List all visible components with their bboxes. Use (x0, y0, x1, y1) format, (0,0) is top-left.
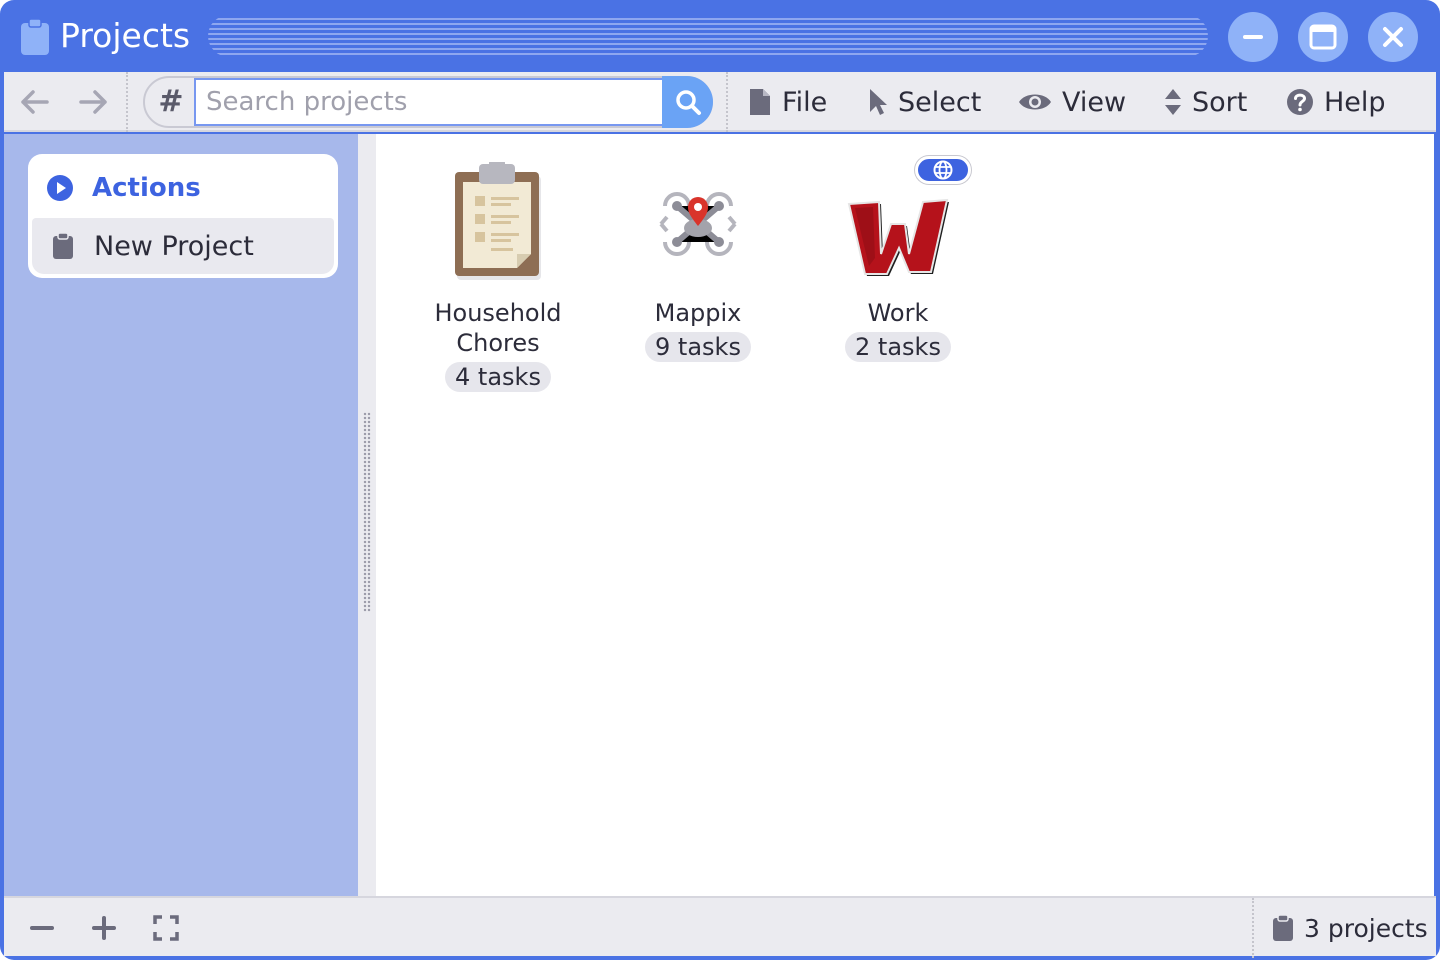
project-count: 3 projects (1272, 908, 1428, 948)
play-circle-icon (47, 175, 73, 201)
globe-icon (933, 160, 953, 180)
close-icon (1383, 27, 1403, 47)
sidebar: Actions New Project (4, 134, 358, 896)
title-drag-area[interactable] (208, 15, 1208, 57)
project-item[interactable]: Household Chores 4 tasks (408, 160, 588, 392)
shared-badge (915, 156, 971, 184)
task-count-badge: 9 tasks (645, 332, 751, 362)
fullscreen-icon (153, 915, 179, 941)
sidebar-splitter[interactable] (358, 134, 376, 896)
back-button[interactable] (16, 84, 52, 120)
toolbar: # File Select (4, 72, 1436, 132)
menu-file-label: File (782, 86, 828, 118)
menu-file[interactable]: File (748, 82, 827, 122)
minimize-button[interactable] (1228, 12, 1278, 62)
project-icon (443, 160, 553, 282)
toolbar-separator (126, 72, 128, 132)
menu-sort-label: Sort (1192, 86, 1248, 118)
plus-icon (92, 916, 116, 940)
splitter-grip[interactable] (363, 412, 371, 612)
search-icon (675, 90, 701, 115)
project-count-label: 3 projects (1304, 913, 1428, 943)
clipboard-icon (21, 18, 49, 55)
close-button[interactable] (1368, 12, 1418, 62)
search-input[interactable] (194, 78, 664, 126)
project-name: Household Chores (434, 299, 562, 357)
menu-select-label: Select (898, 86, 982, 118)
projects-window: Projects # Search projects File Select V… (0, 0, 1440, 960)
project-item[interactable]: Work 2 tasks (808, 156, 988, 362)
forward-button[interactable] (76, 84, 112, 120)
window-title: Projects (60, 16, 191, 55)
menu-sort[interactable]: Sort (1164, 82, 1247, 122)
arrow-right-icon (79, 90, 107, 114)
menu-select[interactable]: Select (868, 82, 981, 122)
new-project-button[interactable]: New Project (32, 218, 334, 274)
cursor-icon (870, 89, 887, 115)
actions-title: Actions (92, 173, 201, 203)
search-bar: # (143, 76, 713, 128)
project-icon (643, 162, 753, 282)
actions-header[interactable]: Actions (32, 158, 334, 218)
sort-icon (1165, 89, 1181, 115)
project-grid: Household Chores 4 tasks Mappix 9 tasks … (376, 134, 1434, 896)
search-button[interactable] (662, 76, 713, 128)
zoom-in-button[interactable] (86, 910, 122, 946)
minimize-icon (1243, 35, 1263, 39)
menu-view-label: View (1062, 86, 1127, 118)
clipboard-icon (455, 160, 541, 280)
file-icon (750, 89, 770, 115)
menu-view[interactable]: View (1018, 82, 1126, 122)
help-icon (1287, 89, 1313, 115)
menu-help[interactable]: Help (1286, 82, 1386, 122)
project-name: Work (867, 299, 929, 327)
eye-icon (1019, 94, 1051, 110)
maximize-icon (1309, 24, 1337, 50)
task-count-badge: 4 tasks (445, 362, 551, 392)
fullscreen-button[interactable] (148, 910, 184, 946)
new-project-label: New Project (94, 230, 254, 262)
status-bar: 3 projects (4, 896, 1436, 958)
actions-panel: Actions New Project (28, 154, 338, 278)
project-item[interactable]: Mappix 9 tasks (608, 162, 788, 362)
project-icon (843, 156, 971, 282)
menu-help-label: Help (1324, 86, 1386, 118)
status-separator (1252, 898, 1254, 958)
arrow-left-icon (21, 90, 49, 114)
maximize-button[interactable] (1298, 12, 1348, 62)
project-name: Mappix (654, 299, 742, 327)
task-count-badge: 2 tasks (845, 332, 951, 362)
title-bar[interactable]: Projects (0, 0, 1440, 72)
clipboard-icon (53, 232, 73, 259)
zoom-out-button[interactable] (24, 910, 60, 946)
minus-icon (30, 926, 54, 930)
clipboard-icon (1273, 914, 1293, 941)
hash-prefix: # (158, 84, 184, 119)
toolbar-separator (726, 72, 728, 132)
drone-icon (659, 192, 737, 256)
